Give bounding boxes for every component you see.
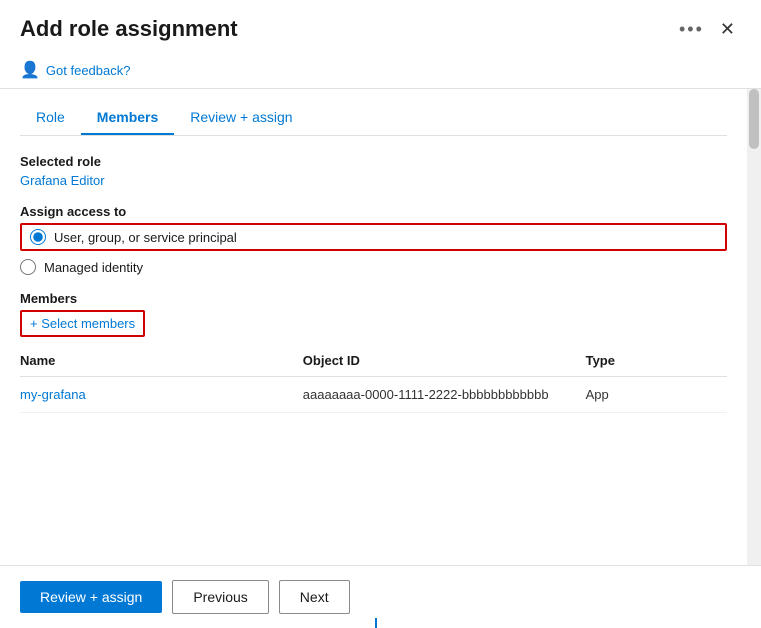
radio-managed[interactable] [20,259,36,275]
row-objectid: aaaaaaaa-0000-1111-2222-bbbbbbbbbbbb [303,377,586,413]
tab-review-assign[interactable]: Review + assign [174,101,308,135]
scrollbar[interactable] [747,89,761,565]
col-header-name: Name [20,345,303,377]
select-members-button[interactable]: + Select members [20,310,145,337]
review-assign-button[interactable]: Review + assign [20,581,162,613]
dialog-header: Add role assignment ••• ✕ [0,0,761,52]
selected-role-label: Selected role [20,154,727,169]
tabs: Role Members Review + assign [20,89,727,136]
radio-group: User, group, or service principal Manage… [20,223,727,275]
radio-managed-label: Managed identity [44,260,143,275]
selected-role-value: Grafana Editor [20,173,727,188]
assign-access-label: Assign access to [20,204,727,219]
members-section: Members + Select members Name Object ID … [20,291,727,413]
previous-button[interactable]: Previous [172,580,268,614]
tab-members[interactable]: Members [81,101,174,135]
col-header-type: Type [586,345,727,377]
feedback-icon: 👤 [20,60,40,80]
radio-user-group[interactable] [30,229,46,245]
row-name: my-grafana [20,377,303,413]
footer: Review + assign Previous Next [0,565,761,628]
next-indicator [375,618,377,628]
table-row: my-grafana aaaaaaaa-0000-1111-2222-bbbbb… [20,377,727,413]
radio-option-managed[interactable]: Managed identity [20,259,727,275]
dialog-title-actions: ••• ✕ [679,17,741,42]
scrollable-area: Role Members Review + assign Selected ro… [0,89,761,565]
radio-user-group-label: User, group, or service principal [54,230,237,245]
radio-option-user-group[interactable]: User, group, or service principal [20,223,727,251]
col-header-objectid: Object ID [303,345,586,377]
selected-role-section: Selected role Grafana Editor [20,154,727,188]
members-label: Members [20,291,727,306]
content-area: Role Members Review + assign Selected ro… [0,89,747,565]
add-role-assignment-dialog: Add role assignment ••• ✕ 👤 Got feedback… [0,0,761,628]
tab-role[interactable]: Role [20,101,81,135]
row-type: App [586,377,727,413]
more-options-icon[interactable]: ••• [679,19,704,40]
table-header-row: Name Object ID Type [20,345,727,377]
members-table: Name Object ID Type my-grafana aaaaaaaa-… [20,345,727,413]
feedback-bar: 👤 Got feedback? [0,52,761,89]
assign-access-section: Assign access to User, group, or service… [20,204,727,275]
close-icon[interactable]: ✕ [714,17,741,42]
feedback-link[interactable]: Got feedback? [46,63,131,78]
next-button[interactable]: Next [279,580,350,614]
scrollbar-thumb[interactable] [749,89,759,149]
dialog-title: Add role assignment [20,16,238,42]
